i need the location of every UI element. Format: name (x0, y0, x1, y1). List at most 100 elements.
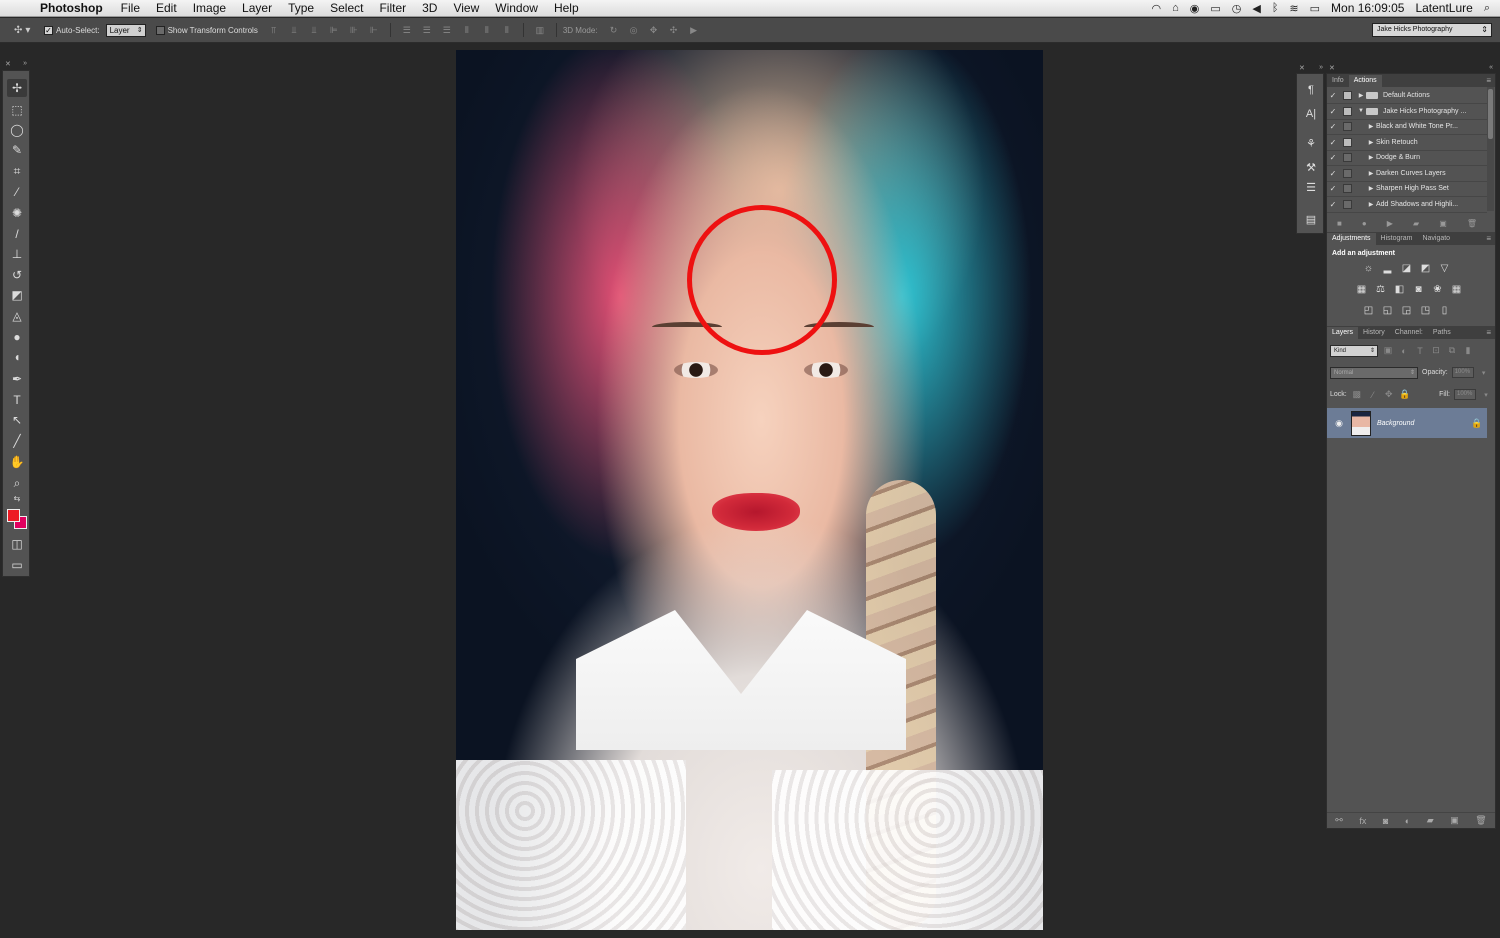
scrollbar-thumb[interactable] (1488, 89, 1493, 139)
action-toggle-check[interactable]: ✓ (1327, 153, 1339, 162)
invert-icon[interactable]: ◰ (1362, 305, 1375, 317)
trash-icon[interactable]: 🗑 (1467, 219, 1477, 228)
document-canvas[interactable] (456, 50, 1043, 930)
expand-triangle-icon[interactable]: ▶ (1356, 92, 1366, 99)
panel-menu-icon[interactable]: ≡ (1486, 75, 1495, 87)
expand-icon[interactable]: » (1319, 64, 1323, 72)
visibility-eye-icon[interactable]: ◉ (1327, 418, 1351, 429)
action-row[interactable]: ✓ ▶ Black and White Tone Pr... (1327, 120, 1487, 135)
distribute-vcenter-icon[interactable]: ☰ (419, 24, 435, 36)
volume-icon[interactable]: ◀ (1252, 2, 1260, 15)
layer-comps-icon[interactable]: ☰ (1302, 180, 1320, 196)
quick-select-tool-icon[interactable]: ✎ (7, 141, 27, 159)
close-icon[interactable]: ✕ (1299, 64, 1305, 72)
stop-icon[interactable]: ■ (1337, 219, 1342, 228)
link-layers-icon[interactable]: ⚯ (1335, 815, 1343, 826)
menu-help[interactable]: Help (554, 1, 579, 15)
paragraph-icon[interactable]: ¶ (1302, 82, 1320, 98)
tab-info[interactable]: Info (1327, 75, 1349, 87)
dialog-toggle[interactable] (1343, 90, 1352, 100)
posterize-icon[interactable]: ◱ (1381, 305, 1394, 317)
action-toggle-check[interactable]: ✓ (1327, 184, 1339, 193)
hand-tool-icon[interactable]: ✋ (7, 453, 27, 471)
3d-drag-icon[interactable]: ✥ (646, 24, 662, 36)
selective-color-icon[interactable]: ◳ (1419, 305, 1432, 317)
tab-history[interactable]: History (1358, 327, 1390, 339)
levels-icon[interactable]: ▂ (1381, 263, 1394, 275)
action-toggle-check[interactable]: ✓ (1327, 169, 1339, 178)
expand-triangle-icon[interactable]: ▶ (1366, 201, 1376, 208)
screen-mode-icon[interactable]: ▭ (7, 556, 27, 574)
blend-mode-dropdown[interactable]: Normal (1330, 366, 1418, 379)
chevron-down-icon[interactable]: ▾ (1480, 391, 1492, 399)
align-left-icon[interactable]: ⊫ (326, 24, 342, 36)
battery-icon[interactable]: ▭ (1310, 2, 1320, 15)
menu-edit[interactable]: Edit (156, 1, 177, 15)
type-tool-icon[interactable]: T (7, 391, 27, 409)
collapse-icon[interactable]: » (23, 60, 27, 68)
dialog-toggle[interactable] (1343, 199, 1352, 209)
wifi-icon[interactable]: ◠ (1151, 2, 1161, 15)
crop-tool-icon[interactable]: ⌗ (7, 162, 27, 180)
action-row[interactable]: ✓ ▼ Jake Hicks Photography ... (1327, 104, 1487, 120)
hue-saturation-icon[interactable]: ▦ (1355, 284, 1368, 296)
exposure-icon[interactable]: ◩ (1419, 263, 1432, 275)
move-tool-icon[interactable]: ✢ (7, 79, 27, 97)
tab-histogram[interactable]: Histogram (1376, 233, 1418, 245)
gradient-map-icon[interactable]: ▯ (1438, 305, 1451, 317)
drive-icon[interactable]: ⌂ (1172, 2, 1179, 14)
tab-actions[interactable]: Actions (1348, 75, 1382, 87)
3d-roll-icon[interactable]: ◎ (626, 24, 642, 36)
record-icon[interactable]: ● (1362, 219, 1367, 228)
lock-image-icon[interactable]: ⁄ (1367, 390, 1379, 400)
expand-triangle-icon[interactable]: ▶ (1366, 170, 1376, 177)
3d-scale-icon[interactable]: ▶ (686, 24, 702, 36)
actions-scrollbar[interactable] (1487, 87, 1494, 211)
new-group-icon[interactable]: ▰ (1427, 815, 1434, 826)
expand-triangle-icon[interactable]: ▶ (1366, 154, 1376, 161)
tab-paths[interactable]: Paths (1428, 327, 1456, 339)
menu-select[interactable]: Select (330, 1, 363, 15)
filter-toggle-icon[interactable]: ▮ (1462, 345, 1474, 356)
menu-type[interactable]: Type (288, 1, 314, 15)
time-machine-icon[interactable]: ◷ (1232, 2, 1242, 15)
delete-layer-icon[interactable]: 🗑 (1475, 815, 1486, 826)
action-toggle-check[interactable]: ✓ (1327, 107, 1339, 116)
action-toggle-check[interactable]: ✓ (1327, 138, 1339, 147)
distribute-bottom-icon[interactable]: ☰ (439, 24, 455, 36)
menubar-user[interactable]: LatentLure (1415, 1, 1472, 15)
play-icon[interactable]: ▶ (1387, 219, 1393, 228)
marquee-tool-icon[interactable]: ⬚ (7, 101, 27, 119)
expand-triangle-icon[interactable]: ▶ (1366, 185, 1376, 192)
close-icon[interactable]: ✕ (5, 60, 11, 68)
new-adjustment-layer-icon[interactable]: ◐ (1405, 816, 1410, 826)
lock-position-icon[interactable]: ✥ (1383, 389, 1395, 400)
tool-presets-icon[interactable]: ⚒ (1302, 160, 1320, 176)
expand-triangle-icon[interactable]: ▶ (1366, 139, 1376, 146)
align-top-icon[interactable]: ⫪ (266, 24, 282, 36)
filter-pixel-icon[interactable]: ▣ (1382, 345, 1394, 356)
new-set-icon[interactable]: ▰ (1413, 219, 1419, 228)
history-brush-tool-icon[interactable]: ↺ (7, 266, 27, 284)
collapse-triangle-icon[interactable]: ▼ (1356, 108, 1366, 114)
color-lookup-icon[interactable]: ▦ (1450, 284, 1463, 296)
foreground-color-swatch[interactable] (7, 509, 20, 522)
dialog-toggle[interactable] (1343, 106, 1352, 116)
add-mask-icon[interactable]: ◙ (1383, 816, 1388, 826)
line-tool-icon[interactable]: ╱ (7, 432, 27, 450)
tab-channels[interactable]: Channel: (1390, 327, 1428, 339)
workspace-switcher[interactable]: Jake Hicks Photography (1372, 23, 1492, 37)
action-row[interactable]: ✓ ▶ Add Shadows and Highli... (1327, 197, 1487, 213)
menu-view[interactable]: View (453, 1, 479, 15)
align-right-icon[interactable]: ⊩ (366, 24, 382, 36)
collapse-icon[interactable]: « (1489, 64, 1493, 72)
lasso-tool-icon[interactable]: ◯ (7, 121, 27, 139)
menu-filter[interactable]: Filter (379, 1, 406, 15)
distribute-top-icon[interactable]: ☰ (399, 24, 415, 36)
zoom-tool-icon[interactable]: ⌕ (7, 474, 27, 492)
show-transform-checkbox[interactable] (155, 25, 165, 35)
menubar-clock[interactable]: Mon 16:09:05 (1331, 1, 1404, 15)
tab-adjustments[interactable]: Adjustments (1327, 233, 1376, 245)
tool-preset-picker[interactable]: ✣ ▾ (0, 25, 44, 36)
menu-window[interactable]: Window (495, 1, 538, 15)
